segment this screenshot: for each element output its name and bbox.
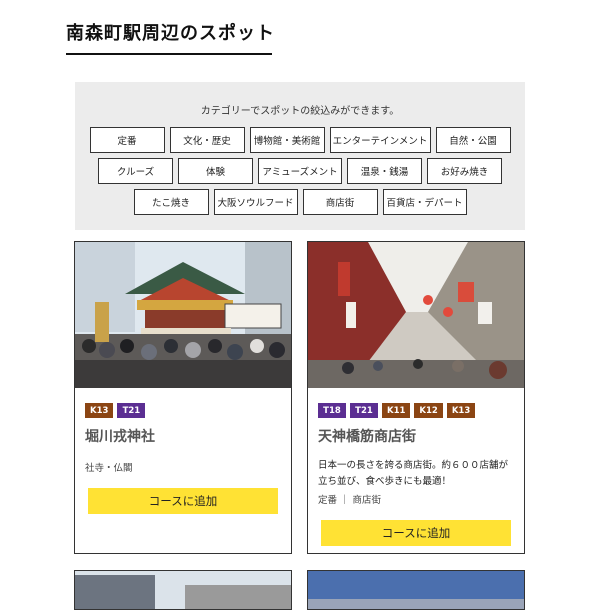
station-tags: K13 T21 — [85, 403, 146, 418]
spot-photo-shrine[interactable] — [75, 242, 291, 388]
filter-chip-amusement[interactable]: アミューズメント — [258, 158, 342, 184]
station-tag: K13 — [446, 403, 476, 418]
station-tags: T18 T21 K11 K12 K13 — [318, 403, 476, 418]
add-to-course-button[interactable]: コースに追加 — [321, 520, 511, 546]
spot-card[interactable]: T18 T21 K11 K12 K13 天神橋筋商店街 日本一の長さを誇る商店街… — [307, 241, 525, 554]
spot-card-partial[interactable] — [307, 570, 525, 610]
filter-chip-culture-history[interactable]: 文化・歴史 — [169, 127, 245, 153]
station-tag: T21 — [350, 403, 378, 418]
filter-row-3: たこ焼き 大阪ソウルフード 商店街 百貨店・デパート — [75, 189, 525, 215]
spot-photo-partial — [75, 571, 291, 609]
spot-card[interactable]: K13 T21 堀川戎神社 社寺・仏閣 コースに追加 — [74, 241, 292, 554]
spot-photo-shopping-street[interactable] — [308, 242, 524, 388]
spot-name[interactable]: 堀川戎神社 — [85, 426, 155, 446]
spot-category: 定番 ｜ 商店街 — [318, 495, 382, 506]
spot-description: 日本一の長さを誇る商店街。約６００店舗が立ち並び、食べ歩きにも最適！ — [318, 460, 509, 487]
filter-chip-onsen-sento[interactable]: 温泉・銭湯 — [347, 158, 422, 184]
spot-name[interactable]: 天神橋筋商店街 — [318, 426, 416, 446]
page-header: 南森町駅周辺のスポット — [66, 22, 275, 55]
station-tag: K11 — [382, 403, 411, 418]
station-tag: T18 — [318, 403, 346, 418]
filter-chip-entertainment[interactable]: エンターテインメント — [329, 127, 431, 153]
station-tag: K12 — [414, 403, 443, 418]
spot-category: 社寺・仏閣 — [85, 463, 133, 474]
station-tag: T21 — [117, 403, 146, 418]
add-to-course-button[interactable]: コースに追加 — [88, 488, 278, 514]
filter-chip-takoyaki[interactable]: たこ焼き — [133, 189, 209, 215]
station-tag: K13 — [85, 403, 114, 418]
shrine-photo-image — [75, 242, 291, 388]
filter-row-1: 定番 文化・歴史 博物館・美術館 エンターテインメント 自然・公園 — [75, 127, 525, 153]
filter-chip-department-store[interactable]: 百貨店・デパート — [382, 189, 467, 215]
filter-chip-standard[interactable]: 定番 — [89, 127, 165, 153]
filter-chip-experience[interactable]: 体験 — [178, 158, 253, 184]
spot-card-partial[interactable] — [74, 570, 292, 610]
filter-chip-nature-park[interactable]: 自然・公園 — [435, 127, 511, 153]
title-underline — [66, 53, 272, 55]
filter-chip-okonomiyaki[interactable]: お好み焼き — [427, 158, 502, 184]
filter-chip-cruise[interactable]: クルーズ — [98, 158, 173, 184]
filter-chip-museum[interactable]: 博物館・美術館 — [249, 127, 325, 153]
filter-chip-shopping-street[interactable]: 商店街 — [302, 189, 378, 215]
filter-caption: カテゴリーでスポットの絞込みができます。 — [200, 106, 400, 117]
filter-chip-osaka-soul-food[interactable]: 大阪ソウルフード — [213, 189, 298, 215]
shopping-street-photo-image — [308, 242, 524, 388]
page-title: 南森町駅周辺のスポット — [66, 23, 275, 44]
spot-photo-partial — [308, 571, 524, 609]
filter-row-2: クルーズ 体験 アミューズメント 温泉・銭湯 お好み焼き — [75, 158, 525, 184]
category-filter-panel: カテゴリーでスポットの絞込みができます。 定番 文化・歴史 博物館・美術館 エン… — [75, 82, 525, 230]
